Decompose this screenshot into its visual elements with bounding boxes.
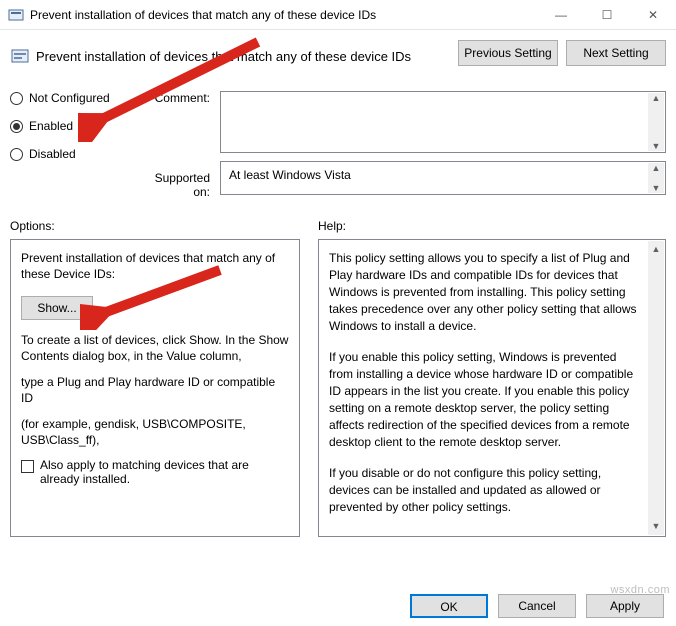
checkbox-icon — [21, 460, 34, 473]
help-box: This policy setting allows you to specif… — [318, 239, 666, 537]
previous-setting-button[interactable]: Previous Setting — [458, 40, 558, 66]
radio-disabled[interactable]: Disabled — [10, 147, 140, 161]
minimize-button[interactable]: — — [538, 0, 584, 30]
help-paragraph: This policy setting allows you to specif… — [329, 250, 643, 335]
checkbox-label: Also apply to matching devices that are … — [40, 458, 289, 486]
header-row: Prevent installation of devices that mat… — [10, 40, 666, 66]
help-label: Help: — [318, 219, 666, 233]
policy-icon — [10, 46, 30, 66]
radio-not-configured[interactable]: Not Configured — [10, 91, 140, 105]
comment-label: Comment: — [140, 91, 210, 121]
ok-button[interactable]: OK — [410, 594, 488, 618]
options-intro: Prevent installation of devices that mat… — [21, 250, 289, 282]
supported-on-value: At least Windows Vista — [229, 168, 351, 182]
options-text: To create a list of devices, click Show.… — [21, 332, 289, 364]
policy-title: Prevent installation of devices that mat… — [36, 49, 411, 64]
supported-on-box: At least Windows Vista ▲▼ — [220, 161, 666, 195]
scrollbar[interactable]: ▲▼ — [648, 93, 664, 151]
options-text: (for example, gendisk, USB\COMPOSITE, US… — [21, 416, 289, 448]
also-apply-checkbox[interactable]: Also apply to matching devices that are … — [21, 458, 289, 486]
close-button[interactable]: ✕ — [630, 0, 676, 30]
next-setting-button[interactable]: Next Setting — [566, 40, 666, 66]
app-icon — [8, 7, 24, 23]
radio-icon — [10, 148, 23, 161]
options-box: Prevent installation of devices that mat… — [10, 239, 300, 537]
watermark: wsxdn.com — [610, 584, 670, 596]
apply-button[interactable]: Apply — [586, 594, 664, 618]
maximize-button[interactable]: ☐ — [584, 0, 630, 30]
cancel-button[interactable]: Cancel — [498, 594, 576, 618]
radio-label: Enabled — [29, 119, 73, 133]
radio-label: Disabled — [29, 147, 76, 161]
scrollbar[interactable]: ▲▼ — [648, 163, 664, 193]
help-paragraph: If you enable this policy setting, Windo… — [329, 349, 643, 451]
window-title: Prevent installation of devices that mat… — [30, 8, 538, 22]
comment-textarea[interactable]: ▲▼ — [220, 91, 666, 153]
radio-icon — [10, 92, 23, 105]
options-text: type a Plug and Play hardware ID or comp… — [21, 374, 289, 406]
title-bar: Prevent installation of devices that mat… — [0, 0, 676, 30]
supported-on-label: Supported on: — [140, 171, 210, 201]
help-paragraph: If you disable or do not configure this … — [329, 465, 643, 516]
radio-enabled[interactable]: Enabled — [10, 119, 140, 133]
options-label: Options: — [10, 219, 300, 233]
radio-icon — [10, 120, 23, 133]
show-button[interactable]: Show... — [21, 296, 93, 320]
dialog-buttons: OK Cancel Apply — [410, 594, 664, 618]
radio-label: Not Configured — [29, 91, 110, 105]
scrollbar[interactable]: ▲▼ — [648, 241, 664, 535]
